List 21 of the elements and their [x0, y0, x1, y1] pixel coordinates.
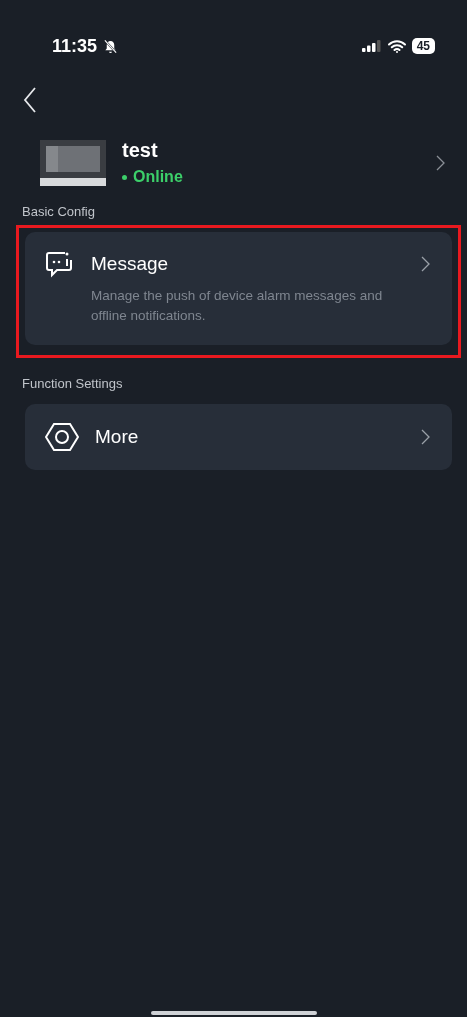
device-name: test: [122, 139, 159, 162]
muted-bell-icon: [103, 38, 119, 54]
device-status: Online: [122, 168, 420, 186]
item-title: More: [95, 425, 140, 448]
status-time: 11:35: [52, 35, 98, 57]
signal-icon: [361, 40, 382, 52]
chevron-right-icon[interactable]: [436, 154, 445, 171]
settings-card[interactable]: Message Manage the push of device alarm messages and offline notifications.: [25, 232, 452, 345]
chevron-right-icon: [421, 428, 430, 445]
hexagon-nut-icon: [45, 421, 79, 452]
wifi-icon: [387, 39, 406, 53]
battery-indicator: 45: [411, 38, 435, 54]
chat-bubble-icon: [45, 250, 75, 278]
device-monitor-icon: [40, 139, 106, 186]
section-title: Function Settings: [22, 375, 124, 391]
section-title: Basic Config: [22, 204, 96, 219]
item-description: Manage the push of device alarm messages and offline notifications.: [91, 287, 384, 326]
settings-card[interactable]: More: [25, 403, 452, 470]
item-title: Message: [91, 253, 170, 275]
back-button[interactable]: [22, 87, 38, 115]
chevron-right-icon: [421, 256, 430, 272]
